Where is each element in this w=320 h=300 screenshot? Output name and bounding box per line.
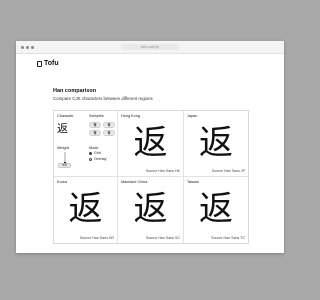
weight-slider-handle[interactable]: 400 (58, 163, 71, 168)
region-panel-japan: Japan 返 Source Han Sans JP (184, 111, 248, 177)
samples-label: Samples (89, 114, 104, 118)
sample-button[interactable]: 骨 (89, 130, 101, 136)
character-label: Character (57, 114, 74, 118)
comparison-grid: Character 返 Samples 骨 骨 骨 骨 Weight 400 M… (53, 110, 249, 244)
url-bar[interactable]: tofu.so/cjk (121, 44, 179, 50)
sample-button[interactable]: 骨 (103, 130, 115, 136)
minimize-window-icon[interactable] (26, 46, 29, 49)
region-panel-mainland-china: Mainland China 返 Source Han Sans SC (118, 177, 184, 243)
region-glyph: 返 (199, 189, 233, 229)
region-glyph: 返 (199, 123, 233, 163)
region-panel-hong-kong: Hong Kong 返 Source Han Sans HK (118, 111, 184, 177)
close-window-icon[interactable] (21, 46, 24, 49)
tofu-logo-icon (37, 60, 42, 67)
region-label: Taiwan (187, 180, 199, 184)
region-panel-taiwan: Taiwan 返 Source Han Sans TC (184, 177, 248, 243)
weight-label: Weight (57, 146, 69, 150)
mode-grid-radio[interactable] (89, 152, 92, 155)
font-name: Source Han Sans JP (211, 169, 245, 173)
region-label: Mainland China (121, 180, 148, 184)
font-name: Source Han Sans KR (79, 236, 114, 240)
sample-button[interactable]: 骨 (89, 122, 101, 128)
region-glyph: 返 (133, 189, 168, 229)
mode-overlay-radio[interactable] (89, 158, 92, 161)
character-input[interactable]: 返 (57, 123, 68, 134)
mode-label: Mode (89, 146, 99, 150)
app-logo[interactable]: Tofu (37, 60, 59, 67)
app-name: Tofu (44, 60, 59, 67)
region-glyph: 返 (133, 123, 168, 163)
region-label: Hong Kong (121, 114, 140, 118)
page-title: Han comparison (53, 88, 97, 94)
font-name: Source Han Sans SC (145, 236, 180, 240)
font-name: Source Han Sans TC (211, 236, 245, 240)
region-glyph: 返 (68, 189, 103, 229)
mode-grid-label: Grid (94, 151, 101, 155)
browser-titlebar: tofu.so/cjk (16, 41, 284, 54)
maximize-window-icon[interactable] (31, 46, 34, 49)
region-label: Japan (187, 114, 198, 118)
mode-overlay-label: Overlay (94, 157, 107, 161)
font-name: Source Han Sans HK (145, 169, 180, 173)
page-subtitle: Compare CJK characters between different… (53, 96, 153, 101)
sample-button[interactable]: 骨 (103, 122, 115, 128)
region-label: Korea (57, 180, 68, 184)
controls-panel: Character 返 Samples 骨 骨 骨 骨 Weight 400 M… (54, 111, 118, 177)
region-panel-korea: Korea 返 Source Han Sans KR (54, 177, 118, 243)
